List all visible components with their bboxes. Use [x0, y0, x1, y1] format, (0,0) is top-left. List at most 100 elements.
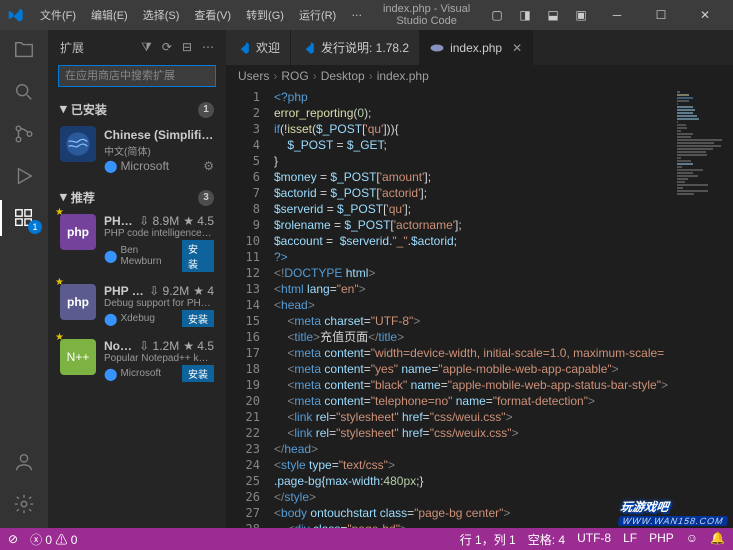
- extension-publisher: ⬤Ben Mewburn: [104, 245, 182, 267]
- tab-welcome[interactable]: 欢迎: [226, 30, 291, 65]
- tab-index-php[interactable]: index.php ✕: [420, 30, 533, 65]
- indentation-status[interactable]: 空格: 4: [528, 531, 565, 548]
- menu-item[interactable]: 转到(G): [240, 5, 290, 25]
- extension-item[interactable]: ★ N++ Notepad++ ... ⇩ 1.2M★ 4.5 Popular N…: [52, 333, 222, 388]
- extension-stats: ⇩ 1.2M★ 4.5: [139, 339, 214, 353]
- breadcrumbs[interactable]: Users › ROG › Desktop › index.php: [226, 65, 733, 87]
- search-icon[interactable]: [12, 80, 36, 104]
- recommend-star-icon: ★: [55, 332, 64, 343]
- language-mode[interactable]: PHP: [649, 531, 674, 548]
- recommended-count: 3: [198, 190, 214, 206]
- refresh-icon[interactable]: ⟳: [162, 40, 172, 55]
- sidebar-header: 扩展 ⧩ ⟳ ⊟ ⋯: [48, 30, 226, 65]
- menu-item[interactable]: 文件(F): [34, 5, 82, 25]
- tab-release-notes[interactable]: 发行说明: 1.78.2: [291, 30, 420, 65]
- extension-search: [58, 65, 216, 87]
- extension-desc: 中文(简体): [104, 143, 214, 158]
- editor-body[interactable]: 1234567891011121314151617181920212223242…: [226, 87, 733, 528]
- verified-icon: ⬤: [104, 249, 117, 263]
- close-button[interactable]: ✕: [685, 8, 725, 22]
- breadcrumb-separator: ›: [369, 69, 373, 83]
- layout-customize-icon[interactable]: ▣: [569, 8, 593, 22]
- extension-publisher: ⬤Microsoft: [104, 159, 169, 173]
- menu-item[interactable]: 选择(S): [137, 5, 186, 25]
- layout-panel-icon[interactable]: ▢: [485, 8, 509, 22]
- extension-item[interactable]: ★ php PHP Inteleph...⇩ 8.9M★ 4.5 PHP cod…: [52, 208, 222, 278]
- breadcrumb-separator: ›: [273, 69, 277, 83]
- layout-panel-bottom-icon[interactable]: ⬓: [541, 8, 565, 22]
- extension-name: Notepad++ ...: [104, 339, 135, 353]
- settings-icon[interactable]: [12, 492, 36, 516]
- extension-settings-icon[interactable]: ⚙: [203, 159, 214, 173]
- recommend-star-icon: ★: [55, 277, 64, 288]
- verified-icon: ⬤: [104, 159, 117, 173]
- chevron-down-icon: ▶: [58, 106, 69, 113]
- window-title: index.php - Visual Studio Code: [368, 3, 485, 27]
- filter-icon[interactable]: ⧩: [141, 40, 152, 55]
- extension-desc: PHP code intelligence for Vi...: [104, 228, 214, 239]
- search-input[interactable]: [58, 65, 216, 87]
- install-button[interactable]: 安装: [182, 310, 214, 327]
- extension-name: PHP Inteleph...: [104, 214, 135, 228]
- extension-icon: [60, 126, 96, 162]
- notifications-icon[interactable]: 🔔: [710, 531, 725, 548]
- menu-item[interactable]: …: [345, 5, 368, 25]
- cursor-position[interactable]: 行 1，列 1: [460, 531, 516, 548]
- more-icon[interactable]: ⋯: [202, 40, 214, 55]
- maximize-button[interactable]: ☐: [641, 8, 681, 22]
- menu-item[interactable]: 编辑(E): [85, 5, 134, 25]
- tab-bar: 欢迎 发行说明: 1.78.2 index.php ✕: [226, 30, 733, 65]
- vscode-logo-icon: [8, 7, 24, 23]
- breadcrumb-item[interactable]: Users: [238, 69, 269, 83]
- recommended-section-header[interactable]: ▶ 推荐 3: [52, 187, 222, 208]
- source-control-icon[interactable]: [12, 122, 36, 146]
- encoding-status[interactable]: UTF-8: [577, 531, 611, 548]
- sidebar: 扩展 ⧩ ⟳ ⊟ ⋯ ▶ 已安装 1 Chinese (Simpli: [48, 30, 226, 528]
- breadcrumb-item[interactable]: Desktop: [321, 69, 365, 83]
- feedback-icon[interactable]: ☺: [686, 531, 698, 548]
- installed-section-header[interactable]: ▶ 已安装 1: [52, 99, 222, 120]
- breadcrumb-separator: ›: [313, 69, 317, 83]
- extensions-icon[interactable]: 1: [12, 206, 36, 230]
- verified-icon: ⬤: [104, 312, 117, 326]
- explorer-icon[interactable]: [12, 38, 36, 62]
- extensions-badge: 1: [28, 220, 42, 234]
- extension-name: Chinese (Simplified) (简体...: [104, 126, 214, 143]
- breadcrumb-item[interactable]: ROG: [281, 69, 308, 83]
- menu-item[interactable]: 查看(V): [188, 5, 237, 25]
- title-bar: 文件(F)编辑(E)选择(S)查看(V)转到(G)运行(R)… index.ph…: [0, 0, 733, 30]
- line-numbers: 1234567891011121314151617181920212223242…: [226, 87, 274, 528]
- run-debug-icon[interactable]: [12, 164, 36, 188]
- problems-status[interactable]: ⓧ 0 ⚠ 0: [30, 531, 77, 548]
- close-tab-icon[interactable]: ✕: [512, 41, 522, 55]
- eol-status[interactable]: LF: [623, 531, 637, 548]
- install-button[interactable]: 安装: [182, 365, 214, 382]
- main-menu: 文件(F)编辑(E)选择(S)查看(V)转到(G)运行(R)…: [34, 5, 368, 25]
- recommend-star-icon: ★: [55, 207, 64, 218]
- code-content[interactable]: <?php error_reporting(0); if(!isset($_PO…: [274, 87, 673, 528]
- remote-indicator[interactable]: ⊘: [8, 532, 18, 546]
- extension-desc: Debug support for PHP with...: [104, 298, 214, 309]
- menu-item[interactable]: 运行(R): [293, 5, 342, 25]
- extension-icon: N++: [60, 339, 96, 375]
- minimize-button[interactable]: ─: [597, 8, 637, 22]
- extension-name: PHP Debug: [104, 284, 145, 298]
- clear-icon[interactable]: ⊟: [182, 40, 192, 55]
- minimap[interactable]: [673, 87, 733, 528]
- extension-item[interactable]: Chinese (Simplified) (简体... 中文(简体) ⬤Micr…: [52, 120, 222, 179]
- verified-icon: ⬤: [104, 367, 117, 381]
- chevron-down-icon: ▶: [58, 194, 69, 201]
- activity-bar: 1: [0, 30, 48, 528]
- extension-desc: Popular Notepad++ keybin...: [104, 353, 214, 364]
- layout-sidebar-icon[interactable]: ◨: [513, 8, 537, 22]
- sidebar-title: 扩展: [60, 39, 84, 56]
- extension-item[interactable]: ★ php PHP Debug⇩ 9.2M★ 4 Debug support f…: [52, 278, 222, 333]
- accounts-icon[interactable]: [12, 450, 36, 474]
- window-controls: ▢ ◨ ⬓ ▣ ─ ☐ ✕: [485, 8, 725, 22]
- install-button[interactable]: 安装: [182, 240, 214, 272]
- breadcrumb-item[interactable]: index.php: [377, 69, 429, 83]
- installed-count: 1: [198, 102, 214, 118]
- vscode-icon: [236, 41, 250, 55]
- extension-publisher: ⬤Microsoft: [104, 367, 161, 381]
- php-file-icon: [430, 41, 444, 55]
